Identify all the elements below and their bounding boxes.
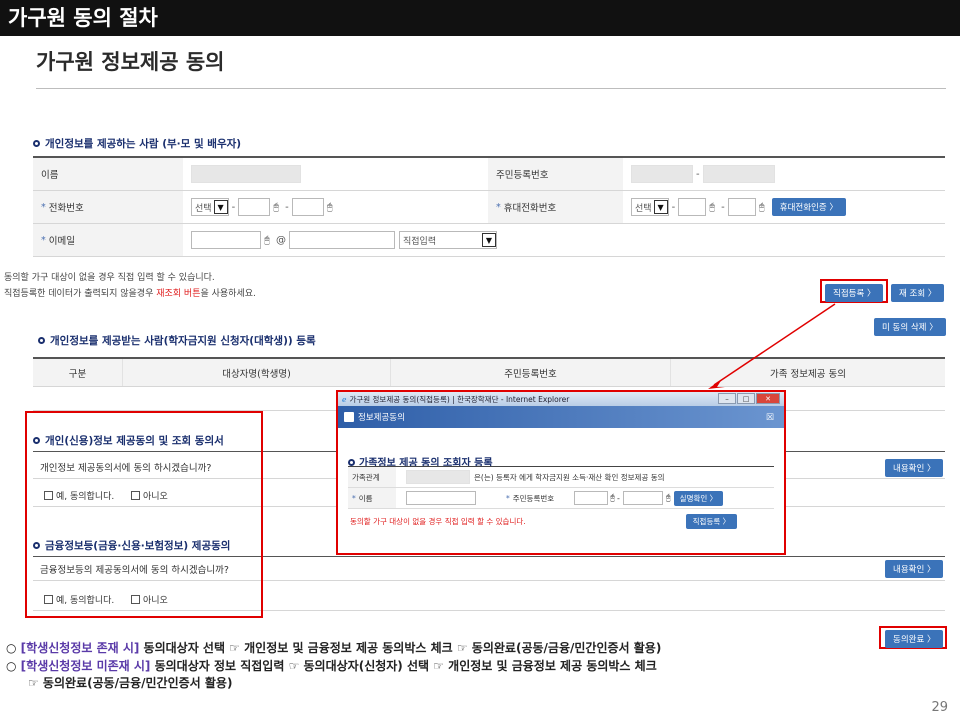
instruction-line-2: ○ [학생신청정보 미존재 시] 동의대상자 정보 직접입력 ☞ 동의대상자(신… (6, 658, 657, 673)
re-query-button[interactable]: 재 조회 〉 (891, 284, 945, 302)
rrn-label: 주민등록번호 (488, 158, 623, 190)
slide-header-text: 가구원 동의 절차 (8, 6, 158, 30)
popup-window: ℯ 가구원 정보제공 동의(직접등록) | 한국장학재단 - Internet … (336, 390, 786, 555)
column-header: 주민등록번호 (391, 359, 671, 386)
email-domain-select[interactable]: 직접입력 ▼ (399, 231, 497, 249)
form-row-phone: * 전화번호 선택 ▼ - 🖰 - 🖰 * 휴대전화번호 선택 ▼ - 🖰 - 🖰 휴대… (33, 191, 945, 224)
notice-line-2: 직접등록한 데이터가 출력되지 않을경우 재조회 버튼을 사용하세요. (4, 289, 256, 299)
maximize-icon[interactable]: □ (737, 393, 755, 404)
mobile-carrier-select[interactable]: 선택 ▼ (631, 198, 669, 216)
email-label: 이메일 (48, 236, 75, 247)
popup-form: 가족관계 은(는) 등록자 에게 학자금지원 소득·재산 확인 정보제공 동의 … (348, 466, 774, 533)
popup-notice: 동의할 가구 대상이 없을 경우 직접 입력 할 수 있습니다. (350, 516, 526, 526)
family-relation-field[interactable] (406, 470, 470, 484)
provider-form: 이름 주민등록번호 - * 전화번호 선택 ▼ - 🖰 - 🖰 * 휴대전화번호 선택… (33, 156, 945, 257)
ie-logo-icon: ℯ (342, 394, 347, 404)
form-row-email: * 이메일 🖰 @ 직접입력 ▼ (33, 224, 945, 257)
popup-row-notice: 동의할 가구 대상이 없을 경우 직접 입력 할 수 있습니다. 직접등록 〉 (348, 509, 774, 533)
title-divider (36, 88, 946, 89)
document-icon (344, 412, 354, 422)
popup-rrn-front-input[interactable] (574, 491, 609, 505)
slide-header-bar: 가구원 동의 절차 (0, 0, 960, 36)
notice-line-1: 동의할 가구 대상이 없을 경우 직접 입력 할 수 있습니다. (4, 273, 215, 283)
page-title: 가구원 정보제공 동의 (36, 50, 225, 74)
email-id-input[interactable] (191, 231, 261, 249)
chevron-down-icon: ▼ (653, 200, 668, 214)
mobile-label: 휴대전화번호 (503, 203, 557, 214)
email-domain-input[interactable] (289, 231, 395, 249)
popup-window-title: 가구원 정보제공 동의(직접등록) | 한국장학재단 - Internet Ex… (349, 394, 570, 404)
phone-area-select[interactable]: 선택 ▼ (191, 198, 229, 216)
popup-name-label: 이름 (358, 493, 373, 503)
mouse-icon: 🖰 (665, 493, 671, 502)
view-content-button-1[interactable]: 내용확인 〉 (885, 459, 944, 477)
popup-titlebar: ℯ 가구원 정보제공 동의(직접등록) | 한국장학재단 - Internet … (338, 392, 784, 406)
required-mark-icon: * (41, 234, 46, 246)
popup-rrn-back-input[interactable] (622, 491, 663, 505)
chevron-down-icon: ▼ (482, 233, 496, 247)
name-field[interactable] (191, 165, 301, 183)
popup-row-family: 가족관계 은(는) 등록자 에게 학자금지원 소득·재산 확인 정보제공 동의 (348, 467, 774, 488)
instruction-line-3: ☞ 동의완료(공동/금융/민간인증서 활용) (28, 676, 233, 690)
mouse-icon: 🖰 (273, 201, 280, 213)
rrn-front-field[interactable] (631, 165, 693, 183)
close-icon[interactable]: ✕ (756, 393, 780, 404)
mouse-icon: 🖰 (326, 201, 333, 213)
rrn-back-field[interactable] (702, 165, 775, 183)
receiver-section-title: 개인정보를 제공받는 사람(학자금지원 신청자(대학생)) 등록 (38, 333, 316, 348)
instruction-line-1: ○ [학생신청정보 존재 시] 동의대상자 선택 ☞ 개인정보 및 금융정보 제… (6, 641, 662, 655)
unconsent-delete-button[interactable]: 미 동의 삭제 〉 (874, 318, 946, 336)
mobile-last-input[interactable] (727, 198, 756, 216)
provider-section-title: 개인정보를 제공하는 사람 (부·모 및 배우자) (33, 136, 241, 151)
popup-header: 정보제공동의 ☒ (338, 406, 784, 428)
family-label: 가족관계 (348, 467, 396, 487)
instructions: ○ [학생신청정보 존재 시] 동의대상자 선택 ☞ 개인정보 및 금융정보 제… (6, 640, 661, 693)
phone-last-input[interactable] (291, 198, 324, 216)
arrow-pointer-icon (708, 303, 836, 389)
mouse-icon: 🖰 (709, 201, 716, 213)
bullet-circle-icon (38, 337, 45, 344)
view-content-button-2[interactable]: 내용확인 〉 (885, 560, 944, 578)
minimize-icon[interactable]: – (718, 393, 736, 404)
form-row-name: 이름 주민등록번호 - (33, 158, 945, 191)
family-consent-text: 은(는) 등록자 에게 학자금지원 소득·재산 확인 정보제공 동의 (474, 472, 665, 482)
column-header: 구분 (33, 359, 123, 386)
phone-label: 전화번호 (48, 203, 84, 214)
column-header: 대상자명(학생명) (123, 359, 391, 386)
name-label: 이름 (33, 158, 183, 190)
consent-complete-button[interactable]: 동의완료 〉 (885, 630, 944, 648)
verify-name-button[interactable]: 실명확인 〉 (673, 490, 724, 506)
mouse-icon: 🖰 (610, 493, 615, 502)
mouse-icon: 🖰 (264, 234, 270, 246)
mouse-icon: 🖰 (758, 201, 765, 213)
popup-rrn-label: 주민등록번호 (512, 493, 555, 503)
mobile-auth-button[interactable]: 휴대전화인증 〉 (771, 198, 846, 216)
bullet-circle-icon (33, 140, 40, 147)
required-mark-icon: * (496, 201, 501, 213)
mobile-mid-input[interactable] (678, 198, 707, 216)
required-mark-icon: * (41, 201, 46, 213)
popup-direct-register-button[interactable]: 직접등록 〉 (685, 513, 738, 529)
highlight-box-consent-area (25, 411, 263, 618)
page-number: 29 (931, 700, 948, 715)
popup-name-input[interactable] (406, 491, 476, 505)
required-mark-icon: * (506, 493, 510, 503)
required-mark-icon: * (352, 493, 356, 503)
phone-mid-input[interactable] (238, 198, 271, 216)
close-icon[interactable]: ☒ (766, 413, 774, 423)
chevron-down-icon: ▼ (213, 200, 228, 214)
popup-row-name: * 이름 * 주민등록번호 🖰 - 🖰 실명확인 〉 (348, 488, 774, 509)
bullet-circle-icon (348, 459, 355, 466)
